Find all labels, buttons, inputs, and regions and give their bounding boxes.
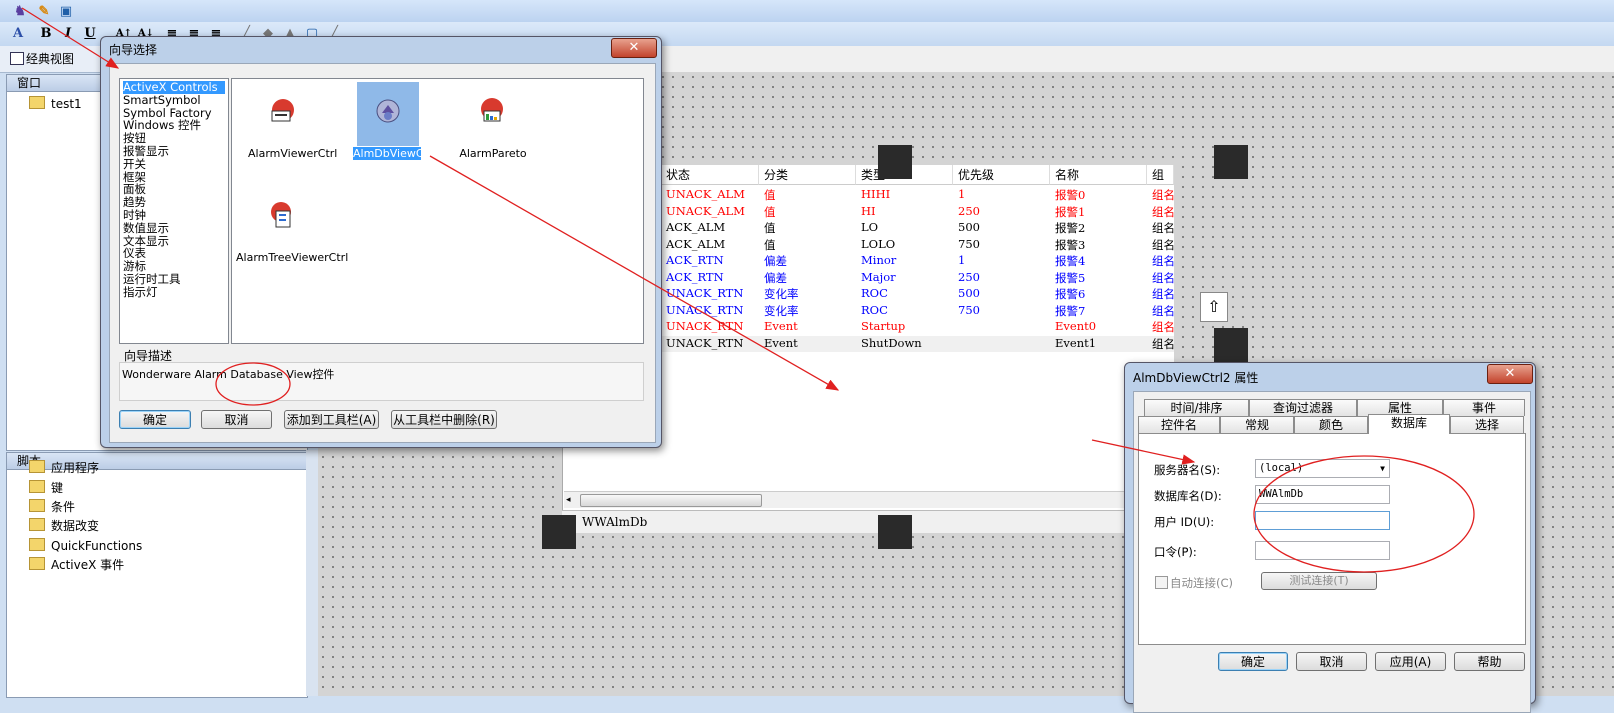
annotation-circle <box>215 362 291 406</box>
annotation-arrow <box>1091 439 1196 465</box>
annotation-circle <box>1253 455 1475 573</box>
tab-database[interactable]: 数据库 <box>1368 414 1450 434</box>
annotation-overlay <box>21 7 1475 573</box>
annotation-arrow <box>21 7 120 69</box>
annotation-arrow <box>429 155 840 391</box>
